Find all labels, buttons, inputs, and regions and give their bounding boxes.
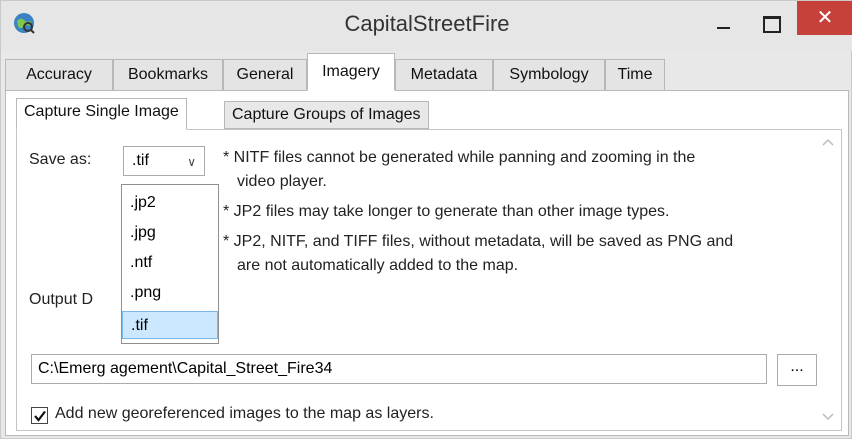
save-as-dropdown-list: .jp2 .jpg .ntf .png .tif — [121, 184, 219, 344]
output-path-field[interactable]: C:\Emerg agement\Capital_Street_Fire34 — [31, 354, 767, 384]
scroll-down-icon[interactable] — [821, 411, 835, 423]
browse-button[interactable]: ... — [777, 354, 817, 386]
save-as-value: .tif — [132, 152, 149, 169]
tab-accuracy[interactable]: Accuracy — [5, 59, 113, 91]
dropdown-option-png[interactable]: .png — [122, 279, 218, 307]
scroll-up-icon[interactable] — [821, 136, 835, 148]
tab-bookmarks[interactable]: Bookmarks — [113, 59, 223, 91]
tab-time[interactable]: Time — [605, 59, 665, 91]
dropdown-option-jp2[interactable]: .jp2 — [122, 189, 218, 217]
save-as-label: Save as: — [29, 151, 92, 168]
output-directory-label: Output D — [29, 291, 94, 308]
dropdown-option-ntf[interactable]: .ntf — [122, 249, 218, 277]
subtab-capture-groups[interactable]: Capture Groups of Images — [224, 101, 429, 129]
subtab-capture-single-image[interactable]: Capture Single Image — [16, 98, 187, 130]
close-icon: ✕ — [816, 7, 834, 29]
checkmark-icon — [34, 410, 46, 422]
note-nitf-line2: video player. — [237, 173, 327, 190]
tab-symbology[interactable]: Symbology — [493, 59, 605, 91]
dropdown-option-jpg[interactable]: .jpg — [122, 219, 218, 247]
note-formats-line2: are not automatically added to the map. — [237, 257, 519, 274]
maximize-button[interactable] — [753, 9, 787, 39]
tab-general[interactable]: General — [223, 59, 307, 91]
add-layers-label: Add new georeferenced images to the map … — [55, 405, 434, 422]
title-bar[interactable]: CapitalStreetFire ✕ — [1, 1, 852, 51]
minimize-button[interactable] — [706, 9, 740, 39]
add-layers-checkbox[interactable] — [31, 407, 48, 424]
chevron-down-icon: ∨ — [187, 155, 196, 169]
tab-metadata[interactable]: Metadata — [395, 59, 493, 91]
close-button[interactable]: ✕ — [797, 1, 852, 35]
save-as-select[interactable]: .tif ∨ — [123, 146, 205, 176]
dialog-window: CapitalStreetFire ✕ Accuracy Bookmarks G… — [0, 0, 852, 439]
note-nitf-line1: * NITF files cannot be generated while p… — [223, 149, 696, 166]
tab-imagery[interactable]: Imagery — [307, 53, 395, 91]
note-formats-line1: * JP2, NITF, and TIFF files, without met… — [223, 233, 734, 250]
dropdown-option-tif[interactable]: .tif — [122, 311, 218, 339]
note-jp2: * JP2 files may take longer to generate … — [223, 203, 670, 220]
